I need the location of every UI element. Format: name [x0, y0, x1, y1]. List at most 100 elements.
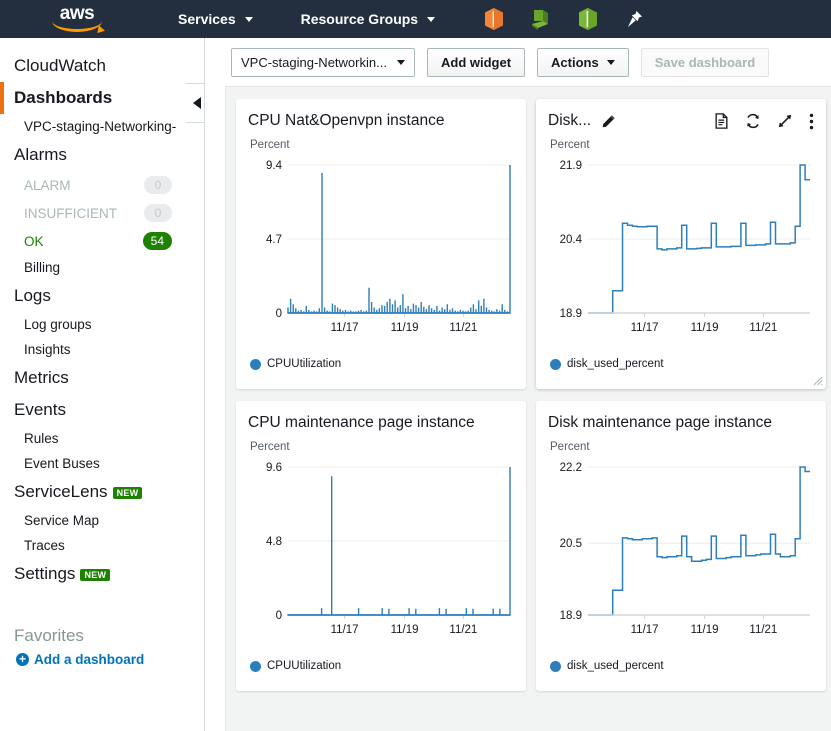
chart-cpu-nat-openvpn[interactable]: 04.79.411/1711/1911/21 — [248, 151, 514, 351]
collapse-left-icon — [193, 97, 201, 109]
sidebar-item-billing[interactable]: Billing — [0, 255, 204, 280]
widget-cpu-nat-openvpn[interactable]: CPU Nat&Openvpn instance Percent 04.79.4… — [236, 99, 526, 389]
aws-smile-swoosh — [52, 21, 102, 32]
aws-logo[interactable]: aws — [48, 5, 106, 33]
chart-disk-maintenance[interactable]: 18.920.522.211/1711/1911/21 — [548, 453, 814, 653]
status-badge: 0 — [144, 204, 172, 222]
add-dashboard-label: Add a dashboard — [34, 652, 144, 667]
legend-label: CPUUtilization — [267, 660, 341, 672]
chart-legend: CPUUtilization — [248, 358, 514, 370]
widget-resize-handle[interactable] — [813, 376, 823, 386]
legend-label: CPUUtilization — [267, 358, 341, 370]
svg-text:11/21: 11/21 — [749, 322, 777, 334]
sidebar-item-dashboard-vpc-staging[interactable]: VPC-staging-Networking- — [0, 114, 204, 139]
widget-header: Disk maintenance page instance — [548, 411, 814, 435]
sidebar-item-label: ServiceLens — [14, 482, 108, 501]
chart-y-unit: Percent — [250, 139, 514, 151]
sidebar-item-servicelens[interactable]: ServiceLensNEW — [0, 476, 204, 508]
expand-icon[interactable] — [777, 113, 793, 129]
more-vertical-icon[interactable] — [809, 113, 814, 130]
legend-color-dot — [550, 661, 561, 672]
chevron-down-icon — [427, 17, 435, 22]
chart-disk-nat-openvpn[interactable]: 18.920.421.911/1711/1911/21 — [548, 151, 814, 351]
legend-color-dot — [550, 359, 561, 370]
widget-title: CPU Nat&Openvpn instance — [248, 112, 444, 130]
chart-y-unit: Percent — [550, 441, 814, 453]
dashboard-toolbar: VPC-staging-Networkin... Add widget Acti… — [205, 38, 831, 86]
svg-text:0: 0 — [276, 308, 282, 320]
svg-text:4.8: 4.8 — [266, 536, 282, 548]
sidebar-item-events[interactable]: Events — [0, 394, 204, 426]
favorites-heading: Favorites — [0, 618, 204, 652]
widget-action-icons — [714, 113, 814, 130]
widget-disk-nat-openvpn[interactable]: Disk... — [536, 99, 826, 389]
dashboard-select[interactable]: VPC-staging-Networkin... — [231, 48, 415, 77]
sidebar-item-alarm-state[interactable]: ALARM 0 — [0, 171, 204, 199]
chart-cpu-maintenance[interactable]: 04.89.611/1711/1911/21 — [248, 453, 514, 653]
aws-green-stack-icon[interactable] — [530, 7, 552, 31]
sidebar-item-label: Settings — [14, 564, 75, 583]
svg-text:0: 0 — [276, 610, 282, 622]
widget-title: Disk maintenance page instance — [548, 414, 772, 432]
sidebar-item-logs[interactable]: Logs — [0, 280, 204, 312]
sidebar-item-alarm-ok[interactable]: OK 54 — [0, 227, 204, 255]
edit-pencil-icon[interactable] — [601, 114, 616, 129]
svg-text:9.6: 9.6 — [266, 462, 282, 474]
sidebar-item-service-map[interactable]: Service Map — [0, 508, 204, 533]
sidebar-item-traces[interactable]: Traces — [0, 533, 204, 558]
legend-label: disk_used_percent — [567, 358, 664, 370]
sidebar-item-rules[interactable]: Rules — [0, 426, 204, 451]
widget-title: Disk... — [548, 112, 591, 130]
widget-header: Disk... — [548, 109, 814, 133]
chevron-down-icon — [397, 60, 405, 65]
save-dashboard-button[interactable]: Save dashboard — [641, 48, 769, 77]
chart-legend: disk_used_percent — [548, 660, 814, 672]
legend-color-dot — [250, 661, 261, 672]
actions-label: Actions — [551, 55, 599, 70]
svg-text:11/19: 11/19 — [391, 624, 419, 636]
chart-legend: disk_used_percent — [548, 358, 814, 370]
sidebar-item-settings[interactable]: SettingsNEW — [0, 558, 204, 590]
nav-resource-groups[interactable]: Resource Groups — [295, 0, 441, 38]
add-widget-label: Add widget — [441, 55, 511, 70]
sidebar-item-alarm-insufficient[interactable]: INSUFFICIENT 0 — [0, 199, 204, 227]
svg-text:11/17: 11/17 — [631, 624, 659, 636]
widget-disk-maintenance[interactable]: Disk maintenance page instance Percent 1… — [536, 401, 826, 691]
nav-services-label: Services — [178, 11, 236, 27]
svg-text:11/17: 11/17 — [331, 624, 359, 636]
svg-text:11/19: 11/19 — [691, 624, 719, 636]
pin-icon[interactable] — [624, 9, 644, 29]
sidebar-item-log-groups[interactable]: Log groups — [0, 312, 204, 337]
svg-text:11/17: 11/17 — [631, 322, 659, 334]
save-dashboard-label: Save dashboard — [655, 55, 755, 70]
nav-shortcut-icons — [483, 7, 644, 31]
dashboard-canvas: CPU Nat&Openvpn instance Percent 04.79.4… — [225, 86, 831, 731]
sidebar-item-cloudwatch[interactable]: CloudWatch — [0, 50, 204, 82]
legend-color-dot — [250, 359, 261, 370]
status-badge: 0 — [144, 176, 172, 194]
widget-cpu-maintenance[interactable]: CPU maintenance page instance Percent 04… — [236, 401, 526, 691]
sidebar-item-event-buses[interactable]: Event Buses — [0, 451, 204, 476]
sidebar-item-dashboards[interactable]: Dashboards — [0, 82, 204, 114]
document-icon[interactable] — [714, 113, 729, 129]
svg-text:20.5: 20.5 — [560, 538, 582, 550]
sidebar-item-alarms[interactable]: Alarms — [0, 139, 204, 171]
nav-services[interactable]: Services — [172, 0, 259, 38]
top-navigation-bar: aws Services Resource Groups — [0, 0, 831, 38]
add-dashboard-link[interactable]: + Add a dashboard — [0, 652, 204, 667]
nav-resource-groups-label: Resource Groups — [301, 11, 418, 27]
actions-button[interactable]: Actions — [537, 48, 629, 77]
refresh-icon[interactable] — [745, 113, 761, 129]
chevron-down-icon — [245, 17, 253, 22]
add-widget-button[interactable]: Add widget — [427, 48, 525, 77]
widget-grid: CPU Nat&Openvpn instance Percent 04.79.4… — [236, 99, 826, 691]
aws-cube-orange-icon[interactable] — [483, 7, 505, 31]
aws-green-cube-icon[interactable] — [577, 7, 599, 31]
sidebar-collapse-toggle[interactable] — [186, 83, 205, 123]
sidebar-item-insights[interactable]: Insights — [0, 337, 204, 362]
svg-text:11/17: 11/17 — [331, 322, 359, 334]
svg-text:22.2: 22.2 — [560, 462, 582, 474]
sidebar-item-metrics[interactable]: Metrics — [0, 362, 204, 394]
svg-text:18.9: 18.9 — [560, 308, 582, 320]
alarm-state-label: OK — [24, 234, 44, 249]
